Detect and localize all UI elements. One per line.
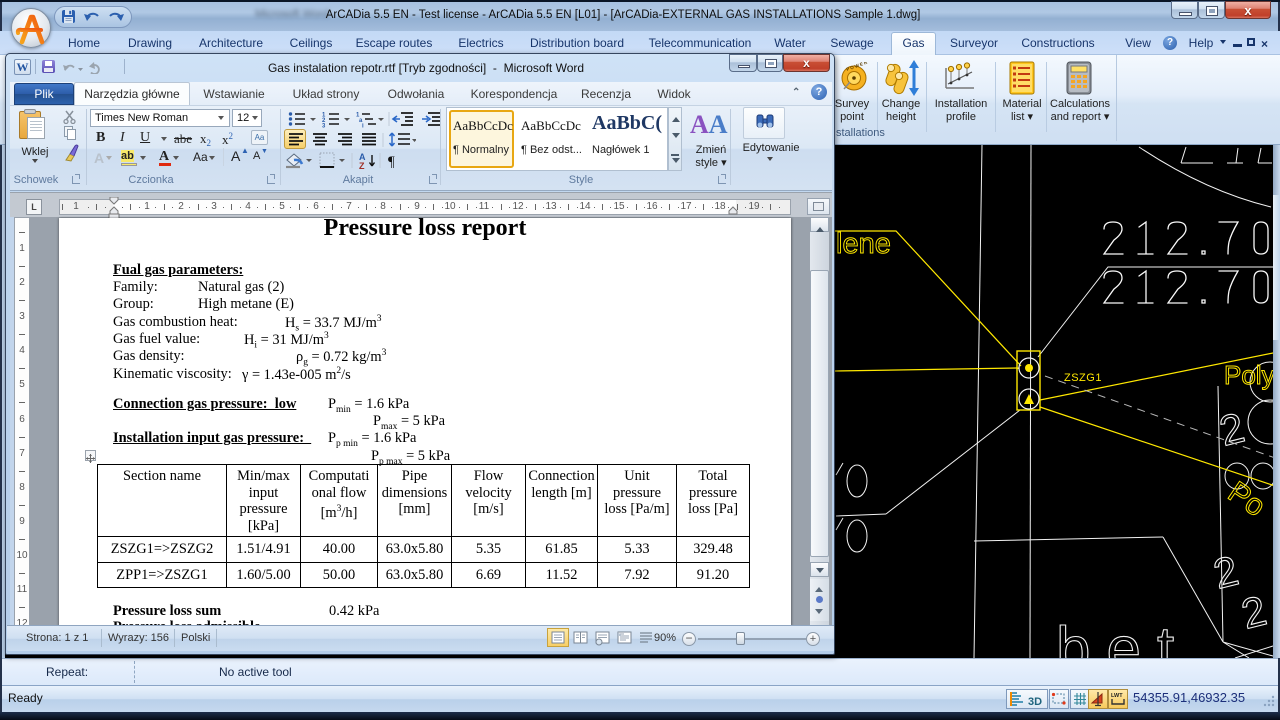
svg-text:LWT: LWT xyxy=(1111,693,1123,699)
svg-text:ZSZG1: ZSZG1 xyxy=(1064,372,1102,384)
svg-text:3D: 3D xyxy=(1028,696,1042,708)
svg-text:bet: bet xyxy=(1056,615,1190,658)
svg-text:¶: ¶ xyxy=(388,154,395,170)
svg-text:2: 2 xyxy=(1237,586,1271,637)
svg-text:3: 3 xyxy=(322,124,326,129)
svg-text:2: 2 xyxy=(1209,546,1243,597)
svg-text:Z: Z xyxy=(359,161,365,170)
svg-text:lene: lene xyxy=(836,228,891,260)
svg-text:Poly: Poly xyxy=(1224,360,1273,390)
svg-text:i: i xyxy=(362,124,364,129)
